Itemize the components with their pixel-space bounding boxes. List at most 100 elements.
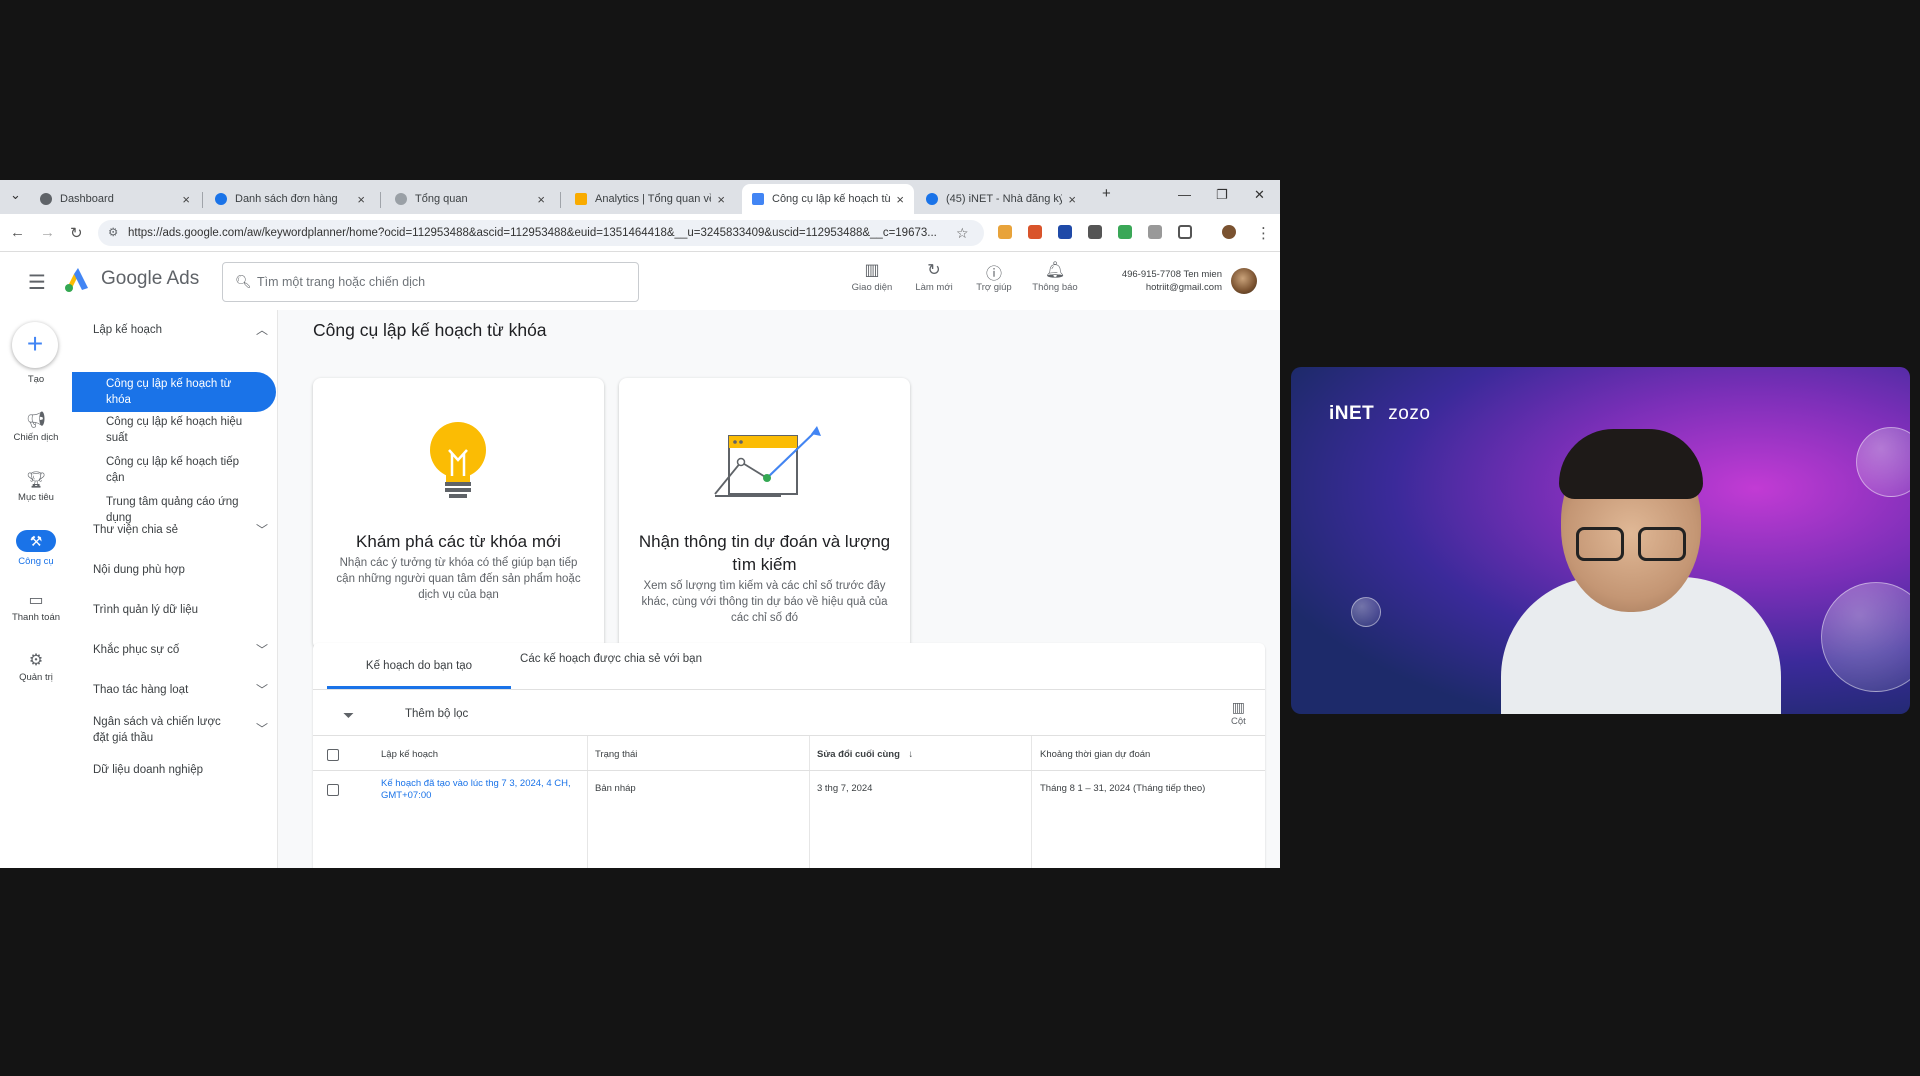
rail-item-billing[interactable]: ▭ Thanh toán	[0, 590, 72, 623]
tab-inet[interactable]: (45) iNET - Nhà đăng ký tê ×	[916, 184, 1086, 214]
tab-analytics[interactable]: Analytics | Tổng quan về h ×	[565, 184, 735, 214]
nav-section-content-suitability[interactable]: Nội dung phù hợp	[93, 562, 268, 578]
brand-name: Google Ads	[101, 268, 200, 289]
url-field[interactable]: ⚙ https://ads.google.com/aw/keywordplann…	[98, 220, 984, 246]
bookmark-star-icon[interactable]: ☆	[956, 225, 969, 242]
chevron-down-icon: ﹀	[255, 683, 268, 697]
decor-bubble	[1856, 427, 1910, 497]
card-description: Xem số lượng tìm kiếm và các chỉ số trướ…	[641, 580, 888, 624]
account-info[interactable]: 496-915-7708 Ten mien hotriit@gmail.com	[1100, 268, 1222, 294]
close-window-icon[interactable]: ✕	[1254, 187, 1265, 203]
nav-section-business-data[interactable]: Dữ liệu doanh nghiệp	[93, 762, 268, 778]
chevron-down-icon[interactable]: ﹀	[256, 720, 268, 737]
tab-overview[interactable]: Tổng quan ×	[385, 184, 555, 214]
new-tab-button[interactable]: +	[1102, 185, 1111, 202]
tab-orders[interactable]: Danh sách đơn hàng ×	[205, 184, 375, 214]
plan-status: Bản nháp	[595, 783, 636, 794]
nav-section-shared-library[interactable]: Thư viện chia sẻ ﹀	[93, 522, 268, 538]
column-header-last-modified[interactable]: Sửa đổi cuối cùng ↓	[817, 749, 913, 760]
extension-icon[interactable]	[1028, 225, 1042, 239]
search-volume-card[interactable]: Nhận thông tin dự đoán và lượng tìm kiếm…	[619, 378, 910, 650]
select-all-checkbox[interactable]	[327, 749, 339, 761]
help-button[interactable]: ⓘ Trợ giúp	[964, 260, 1024, 293]
create-button[interactable]: +	[12, 322, 58, 368]
restore-icon[interactable]: ❐	[1216, 187, 1228, 203]
google-ads-icon	[752, 193, 764, 205]
nav-item-performance-planner[interactable]: Công cụ lập kế hoạch hiệu suất	[106, 414, 256, 446]
appearance-button[interactable]: ▥ Giao diện	[842, 260, 902, 293]
nav-item-reach-planner[interactable]: Công cụ lập kế hoạch tiếp cận	[106, 454, 256, 486]
puzzle-icon[interactable]	[1178, 225, 1192, 239]
discover-keywords-card[interactable]: Khám phá các từ khóa mới Nhận các ý tưởn…	[313, 378, 604, 650]
help-icon: ⓘ	[985, 266, 1002, 283]
forecast-chart-icon	[714, 426, 821, 497]
browser-window: ⌄ Dashboard × Danh sách đơn hàng × Tổng …	[0, 180, 1280, 868]
nav-section-budgets-bidding[interactable]: Ngân sách và chiến lược đặt giá thầu	[93, 714, 233, 746]
close-icon[interactable]: ×	[896, 192, 904, 207]
filter-icon[interactable]: ⏷	[343, 707, 354, 724]
address-bar: ← → ↻ ⚙ https://ads.google.com/aw/keywor…	[0, 214, 1280, 252]
extension-icon[interactable]	[998, 225, 1012, 239]
card-title: Khám phá các từ khóa mới	[356, 532, 561, 551]
tab-shared-plans[interactable]: Các kế hoạch được chia sẻ với bạn	[511, 643, 711, 689]
minimize-icon[interactable]: —	[1178, 187, 1191, 202]
extension-icon[interactable]	[1058, 225, 1072, 239]
profile-avatar[interactable]	[1222, 225, 1236, 239]
search-input[interactable]: 🔍︎ Tìm một trang hoặc chiến dịch	[222, 262, 639, 302]
billing-icon: ▭	[28, 592, 44, 609]
decor-bubble	[1821, 582, 1910, 692]
nav-section-bulk-actions[interactable]: Thao tác hàng loạt ﹀	[93, 682, 268, 698]
close-icon[interactable]: ×	[357, 192, 365, 207]
chevron-down-icon: ﹀	[255, 523, 268, 537]
extension-icon[interactable]	[1088, 225, 1102, 239]
extension-icon[interactable]	[1118, 225, 1132, 239]
close-icon[interactable]: ×	[1068, 192, 1076, 207]
avatar[interactable]	[1231, 268, 1257, 294]
rail-item-admin[interactable]: ⚙ Quản trị	[0, 650, 72, 683]
forward-icon[interactable]: →	[40, 224, 55, 241]
nav-item-keyword-planner[interactable]: Công cụ lập kế hoạch từ khóa	[72, 372, 276, 412]
refresh-button[interactable]: ↻ Làm mới	[904, 260, 964, 293]
extension-icon[interactable]	[1148, 225, 1162, 239]
columns-icon: ▥	[1231, 699, 1246, 715]
site-info-icon[interactable]: ⚙	[108, 220, 118, 246]
tab-search-chevron-icon[interactable]: ⌄	[10, 187, 21, 203]
tab-keyword-planner[interactable]: Công cụ lập kế hoạch từ k ×	[742, 184, 914, 214]
rail-item-create[interactable]: Tạo	[0, 374, 72, 385]
nav-section-data-manager[interactable]: Trình quản lý dữ liệu	[93, 602, 268, 618]
notifications-button[interactable]: 🔔︎ Thông báo	[1025, 260, 1085, 293]
column-header-forecast-range[interactable]: Khoảng thời gian dự đoán	[1040, 749, 1150, 760]
tab-dashboard[interactable]: Dashboard ×	[30, 184, 200, 214]
close-icon[interactable]: ×	[537, 192, 545, 207]
nav-section-troubleshooting[interactable]: Khắc phục sự cố ﹀	[93, 642, 268, 658]
add-filter-button[interactable]: Thêm bộ lọc	[405, 708, 468, 720]
card-title: Nhận thông tin dự đoán và lượng tìm kiếm	[638, 532, 891, 574]
more-vert-icon[interactable]: ⋮	[1256, 224, 1271, 242]
close-icon[interactable]: ×	[182, 192, 190, 207]
rail-item-campaigns[interactable]: 📢︎ Chiến dịch	[0, 410, 72, 443]
plan-link[interactable]: Kế hoạch đã tạo vào lúc thg 7 3, 2024, 4…	[381, 778, 571, 802]
reload-icon[interactable]: ↻	[70, 224, 83, 242]
appearance-icon: ▥	[864, 262, 880, 279]
rail-item-tools[interactable]: ⚒ Công cụ	[0, 530, 72, 567]
back-icon[interactable]: ←	[10, 224, 25, 241]
rail-item-goals[interactable]: 🏆︎ Mục tiêu	[0, 470, 72, 503]
refresh-icon: ↻	[927, 262, 941, 279]
row-checkbox[interactable]	[327, 784, 339, 796]
plans-table-card: Kế hoạch do bạn tạo Các kế hoạch được ch…	[313, 643, 1265, 868]
menu-icon[interactable]: ☰	[28, 270, 46, 295]
columns-button[interactable]: ▥ Cột	[1231, 699, 1246, 727]
glasses-left-lens	[1576, 527, 1624, 561]
column-header-plan[interactable]: Lập kế hoạch	[381, 749, 438, 760]
close-icon[interactable]: ×	[717, 192, 725, 207]
webcam-logo: iNET zozo	[1329, 403, 1431, 424]
globe-icon	[40, 193, 52, 205]
side-nav: Lập kế hoạch ︿ Công cụ lập kế hoạch từ k…	[72, 310, 278, 868]
lightbulb-icon	[430, 422, 486, 498]
card-description: Nhận các ý tưởng từ khóa có thể giúp bạn…	[336, 557, 581, 601]
bell-icon: 🔔︎	[1044, 262, 1066, 279]
plus-icon: +	[26, 328, 44, 359]
tab-my-plans[interactable]: Kế hoạch do bạn tạo	[327, 643, 511, 689]
column-header-status[interactable]: Trạng thái	[595, 749, 637, 760]
nav-section-planning[interactable]: Lập kế hoạch ︿	[93, 322, 268, 338]
